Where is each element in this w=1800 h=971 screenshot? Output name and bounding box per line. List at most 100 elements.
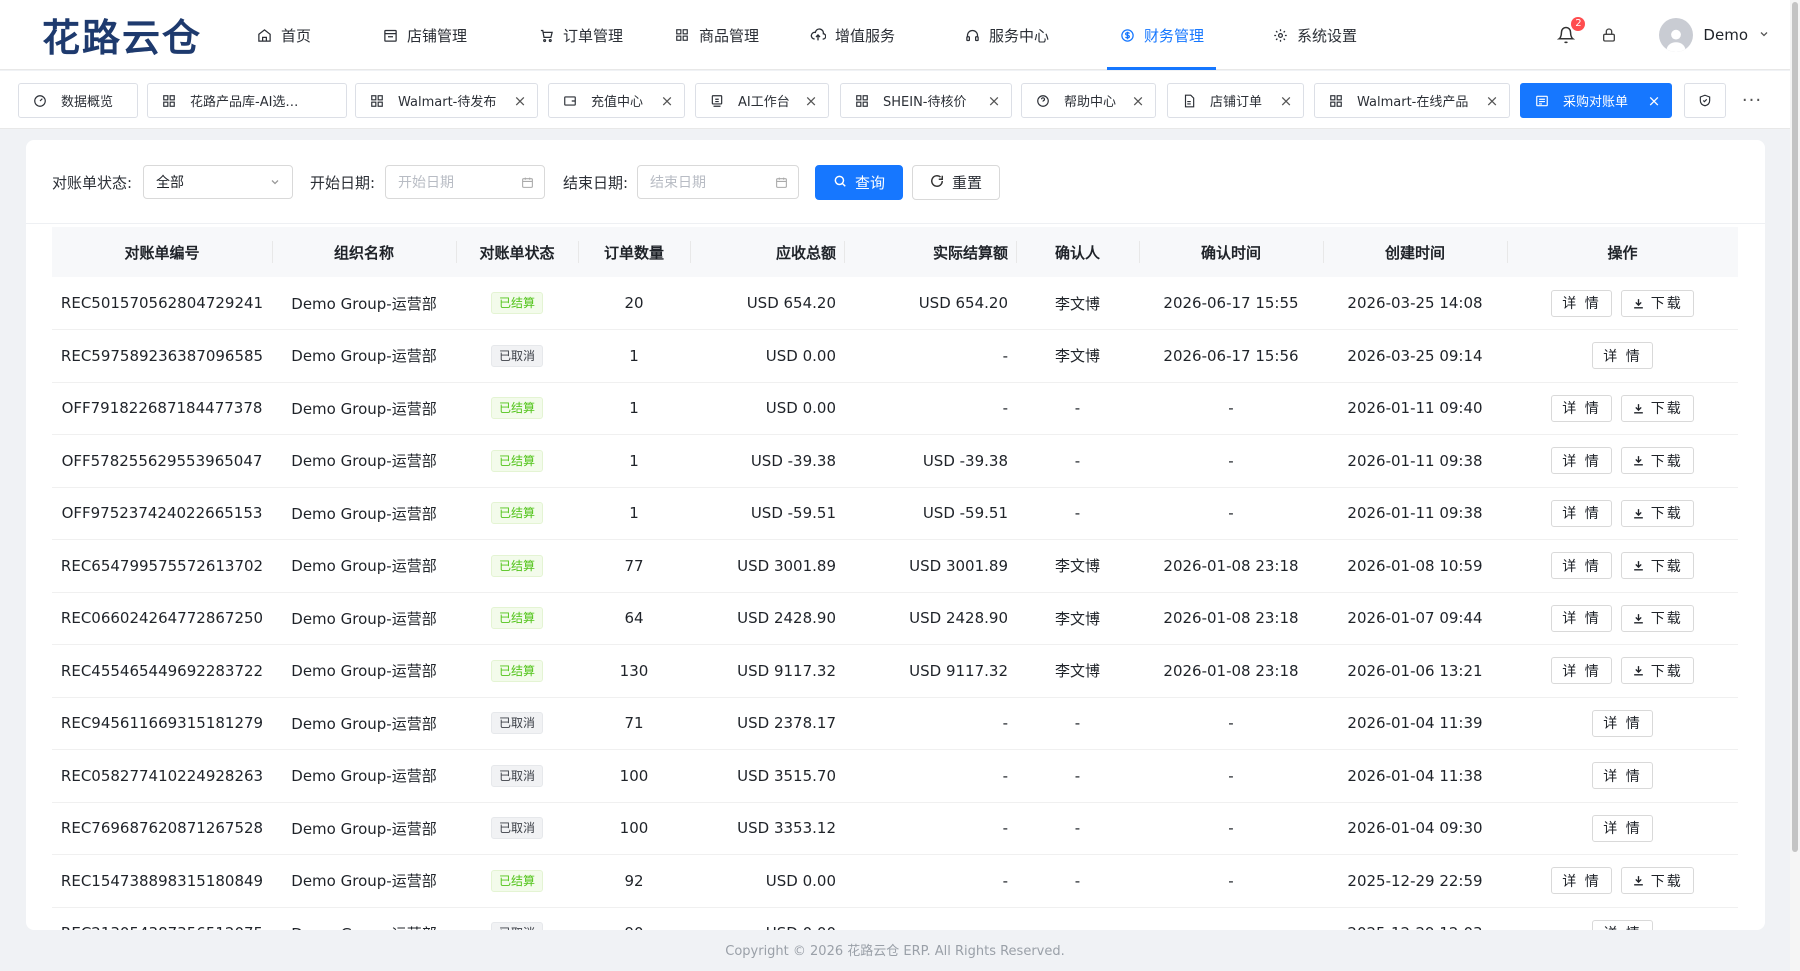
close-icon[interactable]: × (1277, 92, 1295, 110)
close-icon[interactable]: × (511, 92, 529, 110)
statement-table: 对账单编号 组织名称 对账单状态 订单数量 应收总额 实际结算额 确认人 确认时间 创建时间 操作… (52, 227, 1738, 930)
nav-item-4[interactable]: 增值服务 (810, 0, 895, 70)
headset-icon (964, 27, 980, 43)
page-scrollbar[interactable] (1790, 0, 1800, 971)
tab-5[interactable]: SHEIN-待核价 × (840, 83, 1012, 118)
download-button[interactable]: 下载 (1620, 394, 1694, 422)
nav-item-label: 增值服务 (835, 26, 896, 45)
nav-item-3[interactable]: 商品管理 (674, 0, 759, 70)
app-logo[interactable]: 花路云仓 (42, 7, 252, 62)
help-icon (1036, 94, 1050, 108)
tab-9[interactable]: 采购对账单 × (1520, 83, 1672, 118)
scrollbar-thumb[interactable] (1792, 2, 1798, 852)
column-header: 订单数量 (578, 227, 690, 277)
download-button[interactable]: 下载 (1620, 867, 1694, 895)
id-cell: REC769687620871267528 (52, 802, 272, 855)
grid-icon (162, 94, 176, 108)
status-select[interactable]: 全部 (143, 165, 293, 199)
nav-item-2[interactable]: 订单管理 (538, 0, 623, 70)
detail-button[interactable]: 详 情 (1551, 499, 1612, 527)
tab-7[interactable]: 店铺订单 × (1167, 83, 1304, 118)
tab-8[interactable]: Walmart-在线产品 × (1314, 83, 1510, 118)
close-icon[interactable]: × (658, 92, 676, 110)
tab-3[interactable]: 充值中心 × (548, 83, 685, 118)
detail-button[interactable]: 详 情 (1592, 762, 1653, 790)
nav-item-1[interactable]: 店铺管理 (382, 0, 467, 70)
download-button[interactable]: 下载 (1620, 447, 1694, 475)
tab-2[interactable]: Walmart-待发布 × (355, 83, 538, 118)
nav-item-6[interactable]: 财务管理 (1106, 0, 1217, 70)
id-cell: REC597589236387096585 (52, 329, 272, 383)
nav-item-0[interactable]: 首页 (256, 0, 311, 70)
download-button[interactable]: 下载 (1620, 499, 1694, 527)
actual-cell: - (844, 329, 1016, 383)
end-date-input[interactable]: 结束日期 (637, 165, 799, 199)
detail-button[interactable]: 详 情 (1551, 867, 1612, 895)
download-button[interactable]: 下载 (1620, 657, 1694, 685)
actual-cell: USD 654.20 (844, 277, 1016, 330)
calendar-icon (520, 175, 534, 189)
close-icon[interactable]: × (1483, 92, 1501, 110)
table-row: OFF578255629553965047 Demo Group-运营部 已结算 1 U… (52, 434, 1738, 488)
notification-bell-icon[interactable]: 2 (1555, 17, 1586, 46)
confirm-time-cell: 2026-01-08 23:18 (1139, 592, 1323, 645)
actions-cell: 详 情 下载 (1507, 382, 1738, 435)
start-date-input[interactable]: 开始日期 (385, 165, 545, 199)
detail-button[interactable]: 详 情 (1551, 394, 1612, 422)
actual-cell: USD 3001.89 (844, 539, 1016, 593)
detail-button[interactable]: 详 情 (1551, 552, 1612, 580)
footer-copyright: Copyright © 2026 花路云仓 ERP. All Rights Re… (725, 944, 1065, 959)
table-row: REC066024264772867250 Demo Group-运营部 已结算 64… (52, 592, 1738, 645)
header-actions: 2 Demo (1555, 0, 1770, 70)
receivable-cell: USD 654.20 (690, 277, 844, 330)
nav-item-7[interactable]: 系统设置 (1272, 0, 1357, 70)
tab-10[interactable] (1684, 83, 1726, 118)
table-row: OFF975237424022665153 Demo Group-运营部 已结算 1 U… (52, 487, 1738, 540)
tab-label: AI工作台 (738, 95, 790, 110)
download-button[interactable]: 下载 (1620, 604, 1694, 632)
download-button[interactable]: 下载 (1620, 552, 1694, 580)
receivable-cell: USD 9117.32 (690, 644, 844, 698)
detail-button[interactable]: 详 情 (1592, 342, 1653, 370)
actions-cell: 详 情 (1507, 907, 1738, 930)
download-icon (1632, 874, 1645, 887)
detail-button[interactable]: 详 情 (1592, 709, 1653, 737)
user-menu[interactable]: Demo (1659, 18, 1770, 52)
status-badge: 已取消 (490, 817, 543, 840)
id-cell: REC945611669315181279 (52, 697, 272, 750)
lock-icon[interactable] (1599, 25, 1619, 45)
query-button[interactable]: 查询 (815, 165, 903, 200)
detail-button[interactable]: 详 情 (1551, 447, 1612, 475)
table-row: REC058277410224928263 Demo Group-运营部 已取消 10… (52, 749, 1738, 803)
download-button[interactable]: 下载 (1620, 289, 1694, 317)
close-icon[interactable]: × (1645, 92, 1663, 110)
tab-4[interactable]: AI工作台 × (695, 83, 829, 118)
close-icon[interactable]: × (1129, 92, 1147, 110)
detail-button[interactable]: 详 情 (1551, 604, 1612, 632)
confirmer-cell: - (1016, 434, 1139, 488)
table-row: REC769687620871267528 Demo Group-运营部 已取消 10… (52, 802, 1738, 855)
close-icon[interactable]: × (985, 92, 1003, 110)
download-icon (1632, 297, 1645, 310)
download-label: 下载 (1650, 558, 1683, 575)
tab-label: 数据概览 (61, 95, 114, 110)
close-icon[interactable]: × (802, 92, 820, 110)
nav-item-5[interactable]: 服务中心 (964, 0, 1049, 70)
tab-0[interactable]: 数据概览 (18, 83, 138, 118)
org-cell: Demo Group-运营部 (272, 854, 456, 908)
detail-button[interactable]: 详 情 (1551, 657, 1612, 685)
detail-button[interactable]: 详 情 (1592, 919, 1653, 930)
more-tabs-icon[interactable]: ··· (1738, 83, 1766, 118)
count-cell: 1 (578, 329, 690, 383)
cloud-icon (810, 27, 826, 43)
count-cell: 20 (578, 277, 690, 330)
tab-1[interactable]: 花路产品库-AI选… (147, 83, 347, 118)
row-actions: 详 情 下载 (1507, 604, 1738, 632)
reset-button[interactable]: 重置 (912, 165, 1000, 200)
tab-label: Walmart-在线产品 (1357, 95, 1469, 110)
detail-button[interactable]: 详 情 (1551, 289, 1612, 317)
column-header: 操作 (1507, 227, 1738, 277)
receivable-cell: USD -59.51 (690, 487, 844, 540)
tab-6[interactable]: 帮助中心 × (1021, 83, 1156, 118)
detail-button[interactable]: 详 情 (1592, 814, 1653, 842)
